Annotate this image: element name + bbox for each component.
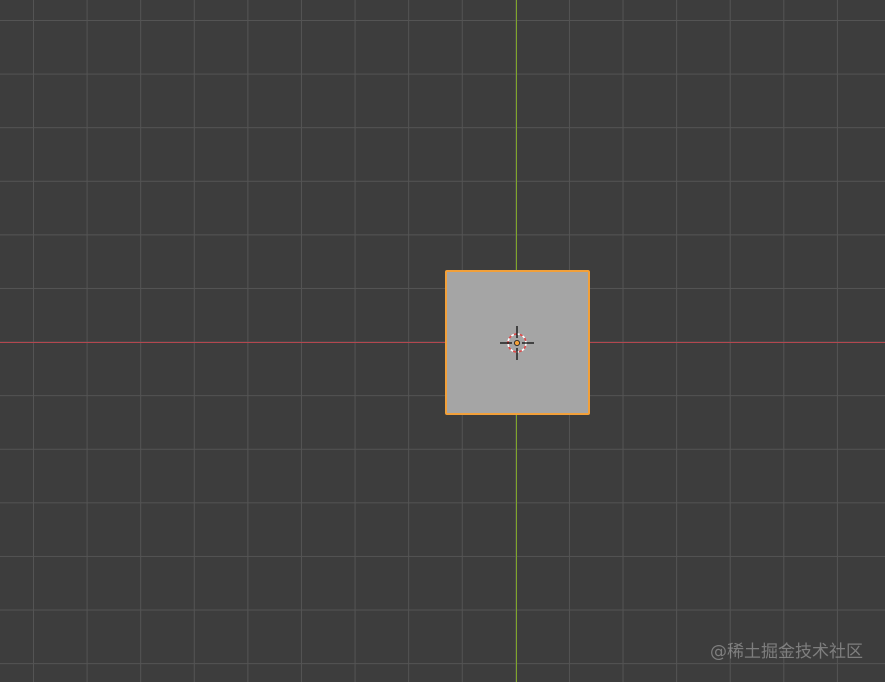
watermark-text: @稀土掘金技术社区 — [710, 642, 863, 662]
x-axis-line — [0, 342, 885, 343]
3d-cursor-icon[interactable] — [500, 326, 534, 360]
3d-viewport[interactable]: @稀土掘金技术社区 — [0, 0, 885, 682]
